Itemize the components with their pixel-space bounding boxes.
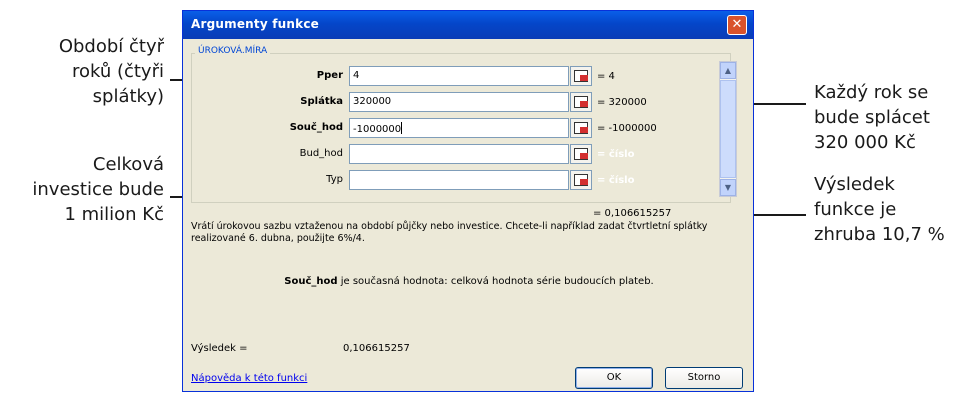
collapse-dialog-button[interactable] — [570, 144, 592, 164]
arguments-scrollbar[interactable]: ▲ ▼ — [719, 61, 737, 197]
range-arrow-icon — [580, 75, 588, 81]
result-label: Výsledek = — [191, 343, 248, 354]
help-link[interactable]: Nápověda k této funkci — [191, 373, 307, 384]
argument-label: Pper — [316, 70, 343, 81]
pper-input[interactable]: 4 — [349, 66, 569, 86]
title-bar[interactable]: Argumenty funkce ✕ — [183, 11, 753, 39]
scroll-up-button[interactable]: ▲ — [720, 62, 736, 79]
argument-help: Souč_hod je současná hodnota: celková ho… — [183, 276, 755, 287]
close-icon: ✕ — [731, 17, 743, 32]
input-text: -1000000 — [353, 124, 402, 135]
callout-payment: Každý rok se bude splácet 320 000 Kč — [814, 80, 930, 155]
range-arrow-icon — [580, 179, 588, 185]
argument-label: Bud_hod — [299, 148, 343, 159]
souc-hod-input[interactable]: -1000000 — [349, 118, 569, 138]
formula-result: = 0,106615257 — [593, 208, 672, 219]
typ-input[interactable] — [349, 170, 569, 190]
argument-help-text: je současná hodnota: celková hodnota sér… — [337, 276, 654, 287]
argument-result: = číslo — [597, 175, 635, 186]
function-arguments-dialog: Argumenty funkce ✕ ÚROKOVÁ.MÍRA Pper 4 =… — [182, 10, 754, 392]
collapse-dialog-button[interactable] — [570, 92, 592, 112]
argument-label: Typ — [326, 174, 343, 185]
callout-line: splátky) — [92, 86, 164, 107]
callout-line: investice bude — [32, 179, 164, 200]
range-arrow-icon — [580, 127, 588, 133]
argument-result: = -1000000 — [597, 123, 657, 134]
function-name-label: ÚROKOVÁ.MÍRA — [195, 46, 271, 56]
argument-result: = číslo — [597, 149, 635, 160]
chevron-down-icon: ▼ — [724, 183, 732, 192]
callout-line: 320 000 Kč — [814, 132, 916, 153]
chevron-up-icon: ▲ — [724, 66, 732, 75]
close-button[interactable]: ✕ — [727, 15, 747, 35]
argument-result: = 4 — [597, 71, 615, 82]
callout-line: Výsledek — [814, 174, 895, 195]
callout-line: Období čtyř — [58, 36, 164, 57]
text-cursor — [401, 122, 403, 134]
callout-line: roků (čtyři — [71, 61, 164, 82]
callout-investment: Celková investice bude 1 milion Kč — [32, 152, 164, 227]
scroll-down-button[interactable]: ▼ — [720, 179, 736, 196]
argument-result: = 320000 — [597, 97, 647, 108]
callout-periods: Období čtyř roků (čtyři splátky) — [59, 34, 164, 109]
callout-line: bude splácet — [814, 107, 930, 128]
callout-result: Výsledek funkce je zhruba 10,7 % — [814, 172, 945, 247]
collapse-dialog-button[interactable] — [570, 118, 592, 138]
callout-line: zhruba 10,7 % — [814, 224, 945, 245]
bud-hod-input[interactable] — [349, 144, 569, 164]
result-value: 0,106615257 — [343, 343, 410, 354]
dialog-title: Argumenty funkce — [191, 17, 319, 31]
function-description: Vrátí úrokovou sazbu vztaženou na období… — [191, 221, 708, 244]
scrollbar-thumb[interactable] — [720, 80, 736, 178]
callout-line: Celková — [92, 154, 164, 175]
range-arrow-icon — [580, 101, 588, 107]
collapse-dialog-button[interactable] — [570, 170, 592, 190]
argument-label: Splátka — [300, 96, 343, 107]
collapse-dialog-button[interactable] — [570, 66, 592, 86]
callout-line: 1 milion Kč — [64, 204, 164, 225]
argument-label: Souč_hod — [289, 122, 343, 133]
argument-help-name: Souč_hod — [284, 276, 338, 287]
cancel-button[interactable]: Storno — [665, 367, 743, 389]
splatka-input[interactable]: 320000 — [349, 92, 569, 112]
callout-line: funkce je — [814, 199, 897, 220]
ok-button[interactable]: OK — [575, 367, 653, 389]
callout-line: Každý rok se — [814, 82, 929, 103]
range-arrow-icon — [580, 153, 588, 159]
